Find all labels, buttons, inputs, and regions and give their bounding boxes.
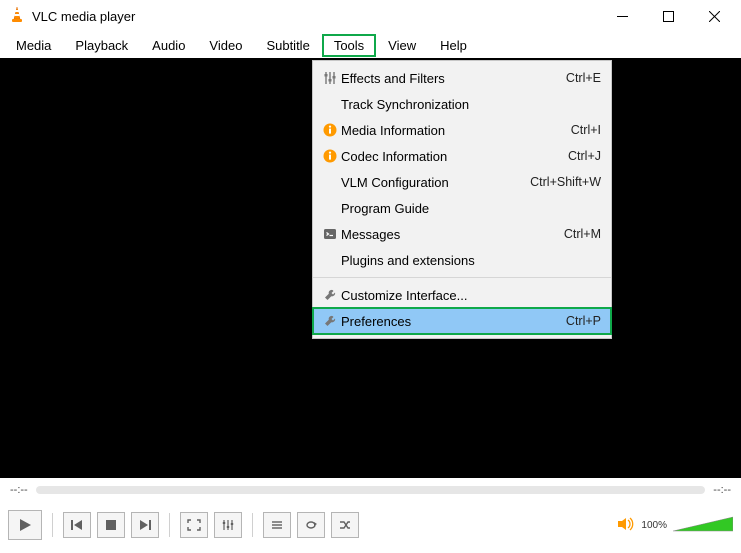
play-button[interactable] <box>8 510 42 540</box>
menu-item-label: Media Information <box>341 123 571 138</box>
sliders-icon <box>319 71 341 85</box>
tools-dropdown: Effects and Filters Ctrl+E Track Synchro… <box>312 60 612 339</box>
total-time: --:-- <box>713 484 731 496</box>
menu-playback[interactable]: Playback <box>63 34 140 57</box>
menu-item-shortcut: Ctrl+Shift+W <box>530 175 601 189</box>
fullscreen-button[interactable] <box>180 512 208 538</box>
window-title: VLC media player <box>32 9 135 24</box>
menu-item-label: Track Synchronization <box>341 97 601 112</box>
menu-item-label: Preferences <box>341 314 566 329</box>
close-button[interactable] <box>691 0 737 32</box>
controls-bar: 100% <box>0 502 741 548</box>
menu-item-label: VLM Configuration <box>341 175 530 190</box>
tools-codec-info[interactable]: Codec Information Ctrl+J <box>313 143 611 169</box>
menu-view[interactable]: View <box>376 34 428 57</box>
next-button[interactable] <box>131 512 159 538</box>
random-button[interactable] <box>331 512 359 538</box>
separator <box>52 513 53 537</box>
info-icon <box>319 149 341 163</box>
menubar: Media Playback Audio Video Subtitle Tool… <box>0 32 741 58</box>
menu-item-shortcut: Ctrl+I <box>571 123 601 137</box>
separator <box>252 513 253 537</box>
tools-plugins[interactable]: Plugins and extensions <box>313 247 611 273</box>
menu-item-shortcut: Ctrl+P <box>566 314 601 328</box>
speaker-icon[interactable] <box>617 516 635 535</box>
menu-item-label: Codec Information <box>341 149 568 164</box>
volume-slider[interactable] <box>673 515 733 535</box>
loop-button[interactable] <box>297 512 325 538</box>
menu-help[interactable]: Help <box>428 34 479 57</box>
tools-customize-interface[interactable]: Customize Interface... <box>313 282 611 308</box>
menu-item-label: Messages <box>341 227 564 242</box>
playlist-button[interactable] <box>263 512 291 538</box>
menu-item-shortcut: Ctrl+E <box>566 71 601 85</box>
tools-vlm-config[interactable]: VLM Configuration Ctrl+Shift+W <box>313 169 611 195</box>
app-icon <box>8 6 26 27</box>
wrench-icon <box>319 314 341 328</box>
volume-percent: 100% <box>641 520 667 531</box>
menu-item-shortcut: Ctrl+J <box>568 149 601 163</box>
menu-separator <box>313 277 611 278</box>
stop-button[interactable] <box>97 512 125 538</box>
timeline: --:-- --:-- <box>0 478 741 502</box>
menu-audio[interactable]: Audio <box>140 34 197 57</box>
tools-program-guide[interactable]: Program Guide <box>313 195 611 221</box>
terminal-icon <box>319 227 341 241</box>
separator <box>169 513 170 537</box>
menu-video[interactable]: Video <box>197 34 254 57</box>
menu-item-label: Effects and Filters <box>341 71 566 86</box>
tools-effects-filters[interactable]: Effects and Filters Ctrl+E <box>313 65 611 91</box>
maximize-button[interactable] <box>645 0 691 32</box>
menu-item-shortcut: Ctrl+M <box>564 227 601 241</box>
tools-media-info[interactable]: Media Information Ctrl+I <box>313 117 611 143</box>
menu-item-label: Program Guide <box>341 201 601 216</box>
titlebar: VLC media player <box>0 0 741 32</box>
menu-item-label: Customize Interface... <box>341 288 601 303</box>
menu-tools[interactable]: Tools <box>322 34 376 57</box>
elapsed-time: --:-- <box>10 484 28 496</box>
wrench-icon <box>319 288 341 302</box>
extended-settings-button[interactable] <box>214 512 242 538</box>
tools-messages[interactable]: Messages Ctrl+M <box>313 221 611 247</box>
previous-button[interactable] <box>63 512 91 538</box>
menu-subtitle[interactable]: Subtitle <box>254 34 321 57</box>
seek-bar[interactable] <box>36 486 706 494</box>
tools-preferences[interactable]: Preferences Ctrl+P <box>313 308 611 334</box>
minimize-button[interactable] <box>599 0 645 32</box>
info-icon <box>319 123 341 137</box>
menu-item-label: Plugins and extensions <box>341 253 601 268</box>
menu-media[interactable]: Media <box>4 34 63 57</box>
tools-track-sync[interactable]: Track Synchronization <box>313 91 611 117</box>
